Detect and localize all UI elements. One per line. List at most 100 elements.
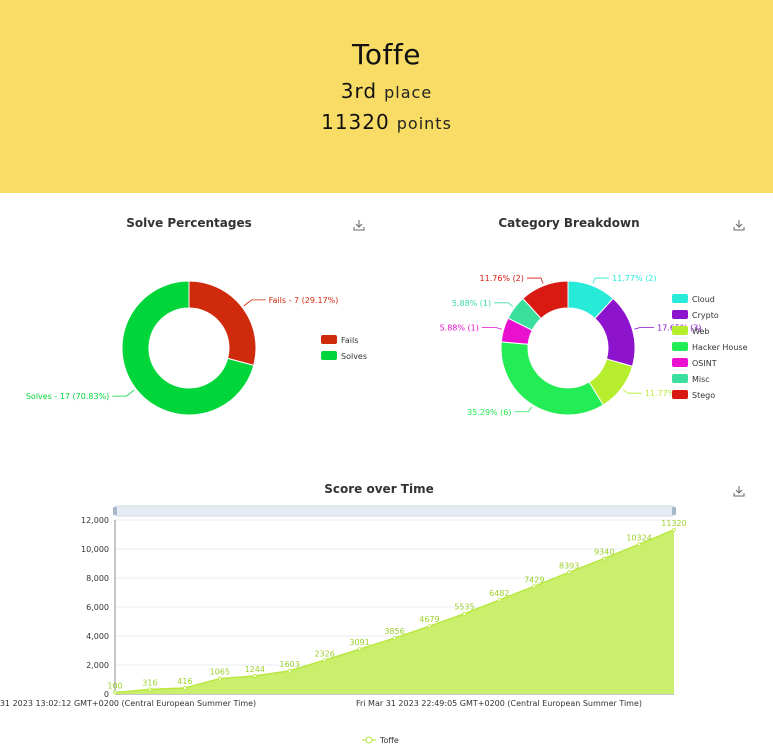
zoom-slider[interactable] bbox=[114, 505, 675, 517]
slice-label: 11.77% (2) bbox=[612, 274, 656, 283]
legend-label[interactable]: Fails bbox=[341, 336, 358, 345]
category-breakdown-title: Category Breakdown bbox=[498, 216, 640, 230]
legend-label[interactable]: Stego bbox=[692, 391, 715, 400]
legend-label[interactable]: Crypto bbox=[692, 311, 719, 320]
data-label: 8393 bbox=[559, 561, 579, 570]
legend-swatch[interactable] bbox=[672, 342, 688, 351]
data-label: 1244 bbox=[245, 665, 265, 674]
data-point[interactable] bbox=[217, 676, 222, 681]
data-point[interactable] bbox=[672, 527, 676, 532]
data-label: 416 bbox=[177, 677, 192, 686]
solve-percentages-title: Solve Percentages bbox=[126, 216, 252, 230]
data-point[interactable] bbox=[637, 542, 641, 547]
y-tick-label: 6,000 bbox=[86, 603, 109, 612]
data-label: 10324 bbox=[626, 533, 651, 542]
x-tick-label: 31 2023 13:02:12 GMT+0200 (Central Europ… bbox=[0, 699, 256, 708]
score-area bbox=[115, 529, 674, 694]
data-point[interactable] bbox=[252, 674, 257, 678]
points-number: 11320 bbox=[321, 110, 390, 134]
data-point[interactable] bbox=[427, 624, 432, 629]
label-line bbox=[622, 389, 642, 394]
data-label: 9340 bbox=[594, 548, 614, 557]
y-tick-label: 10,000 bbox=[81, 545, 109, 554]
pie-slice-fails[interactable] bbox=[188, 280, 257, 366]
download-icon[interactable] bbox=[733, 485, 747, 499]
data-label: 7429 bbox=[524, 575, 544, 584]
label-line bbox=[634, 327, 655, 330]
legend-swatch[interactable] bbox=[672, 390, 688, 399]
data-label: 5535 bbox=[454, 603, 474, 612]
data-point[interactable] bbox=[182, 686, 187, 690]
score-over-time-title: Score over Time bbox=[324, 482, 434, 496]
data-point[interactable] bbox=[497, 598, 502, 602]
category-breakdown-chart: 11.77% (2)17.65% (3)11.77%35.29% (6)5.88… bbox=[440, 274, 748, 417]
label-line bbox=[592, 277, 610, 284]
pie-slice-hacker-house[interactable] bbox=[500, 341, 604, 416]
x-tick-label: Fri Mar 31 2023 22:49:05 GMT+0200 (Centr… bbox=[356, 699, 642, 708]
team-points: 11320 points bbox=[0, 110, 773, 134]
data-point[interactable] bbox=[113, 690, 117, 695]
slice-label: Solves - 17 (70.83%) bbox=[26, 392, 109, 401]
legend-label[interactable]: Toffe bbox=[379, 736, 399, 745]
slice-label: 5.88% (1) bbox=[452, 299, 491, 308]
label-line bbox=[526, 277, 544, 284]
data-label: 100 bbox=[107, 682, 122, 691]
data-point[interactable] bbox=[462, 611, 467, 616]
slice-label: Fails - 7 (29.17%) bbox=[269, 296, 339, 305]
label-line bbox=[494, 302, 514, 307]
data-label: 4679 bbox=[419, 615, 439, 624]
y-tick-label: 2,000 bbox=[86, 661, 109, 670]
data-point[interactable] bbox=[322, 658, 327, 663]
data-label: 1603 bbox=[280, 660, 300, 669]
legend-swatch[interactable] bbox=[672, 326, 688, 335]
data-label: 1065 bbox=[210, 668, 230, 677]
legend-swatch[interactable] bbox=[672, 294, 688, 303]
y-tick-label: 12,000 bbox=[81, 516, 109, 525]
download-icon[interactable] bbox=[733, 219, 747, 233]
data-point[interactable] bbox=[287, 668, 292, 673]
legend-marker[interactable] bbox=[365, 736, 373, 744]
data-label: 11320 bbox=[661, 519, 686, 528]
legend-label[interactable]: OSINT bbox=[692, 359, 717, 368]
zoom-handle[interactable] bbox=[113, 507, 117, 515]
data-point[interactable] bbox=[148, 687, 152, 692]
slice-label: 5.88% (1) bbox=[440, 323, 479, 332]
legend-label[interactable]: Web bbox=[692, 327, 709, 336]
legend-swatch[interactable] bbox=[672, 358, 688, 367]
slice-label: 11.76% (2) bbox=[480, 274, 524, 283]
data-point[interactable] bbox=[532, 584, 537, 589]
slice-label: 35.29% (6) bbox=[467, 408, 511, 417]
legend-swatch[interactable] bbox=[321, 335, 337, 344]
y-tick-label: 4,000 bbox=[86, 632, 109, 641]
data-label: 6482 bbox=[489, 589, 509, 598]
label-line bbox=[514, 406, 533, 413]
label-line bbox=[112, 389, 135, 397]
slice-label: 11.77% bbox=[645, 389, 676, 398]
y-tick-label: 8,000 bbox=[86, 574, 109, 583]
data-point[interactable] bbox=[357, 647, 362, 652]
legend-swatch[interactable] bbox=[672, 310, 688, 319]
data-point[interactable] bbox=[602, 556, 607, 561]
legend-label[interactable]: Misc bbox=[692, 375, 710, 384]
legend-swatch[interactable] bbox=[672, 374, 688, 383]
place-word: place bbox=[384, 83, 433, 102]
data-point[interactable] bbox=[392, 636, 397, 640]
score-over-time-chart: 0 2,000 4,000 6,000 8,000 10,000 12,000 100 316 4… bbox=[0, 505, 687, 745]
data-point[interactable] bbox=[567, 570, 572, 575]
team-place: 3rd place bbox=[0, 79, 773, 103]
place-number: 3rd bbox=[340, 79, 378, 103]
points-word: points bbox=[396, 114, 452, 133]
legend-label[interactable]: Hacker House bbox=[692, 343, 748, 352]
zoom-handle[interactable] bbox=[672, 507, 676, 515]
solve-percentages-chart: Fails - 7 (29.17%) Solves - 17 (70.83%) Fa… bbox=[26, 280, 367, 416]
data-label: 3856 bbox=[384, 627, 404, 636]
legend-label[interactable]: Cloud bbox=[692, 295, 715, 304]
data-label: 316 bbox=[142, 678, 157, 687]
legend-label[interactable]: Solves bbox=[341, 352, 367, 361]
data-label: 2326 bbox=[314, 649, 334, 658]
legend-swatch[interactable] bbox=[321, 351, 337, 360]
label-line bbox=[243, 299, 266, 307]
label-line bbox=[481, 327, 502, 330]
y-tick-label: 0 bbox=[104, 690, 109, 699]
download-icon[interactable] bbox=[353, 219, 367, 233]
